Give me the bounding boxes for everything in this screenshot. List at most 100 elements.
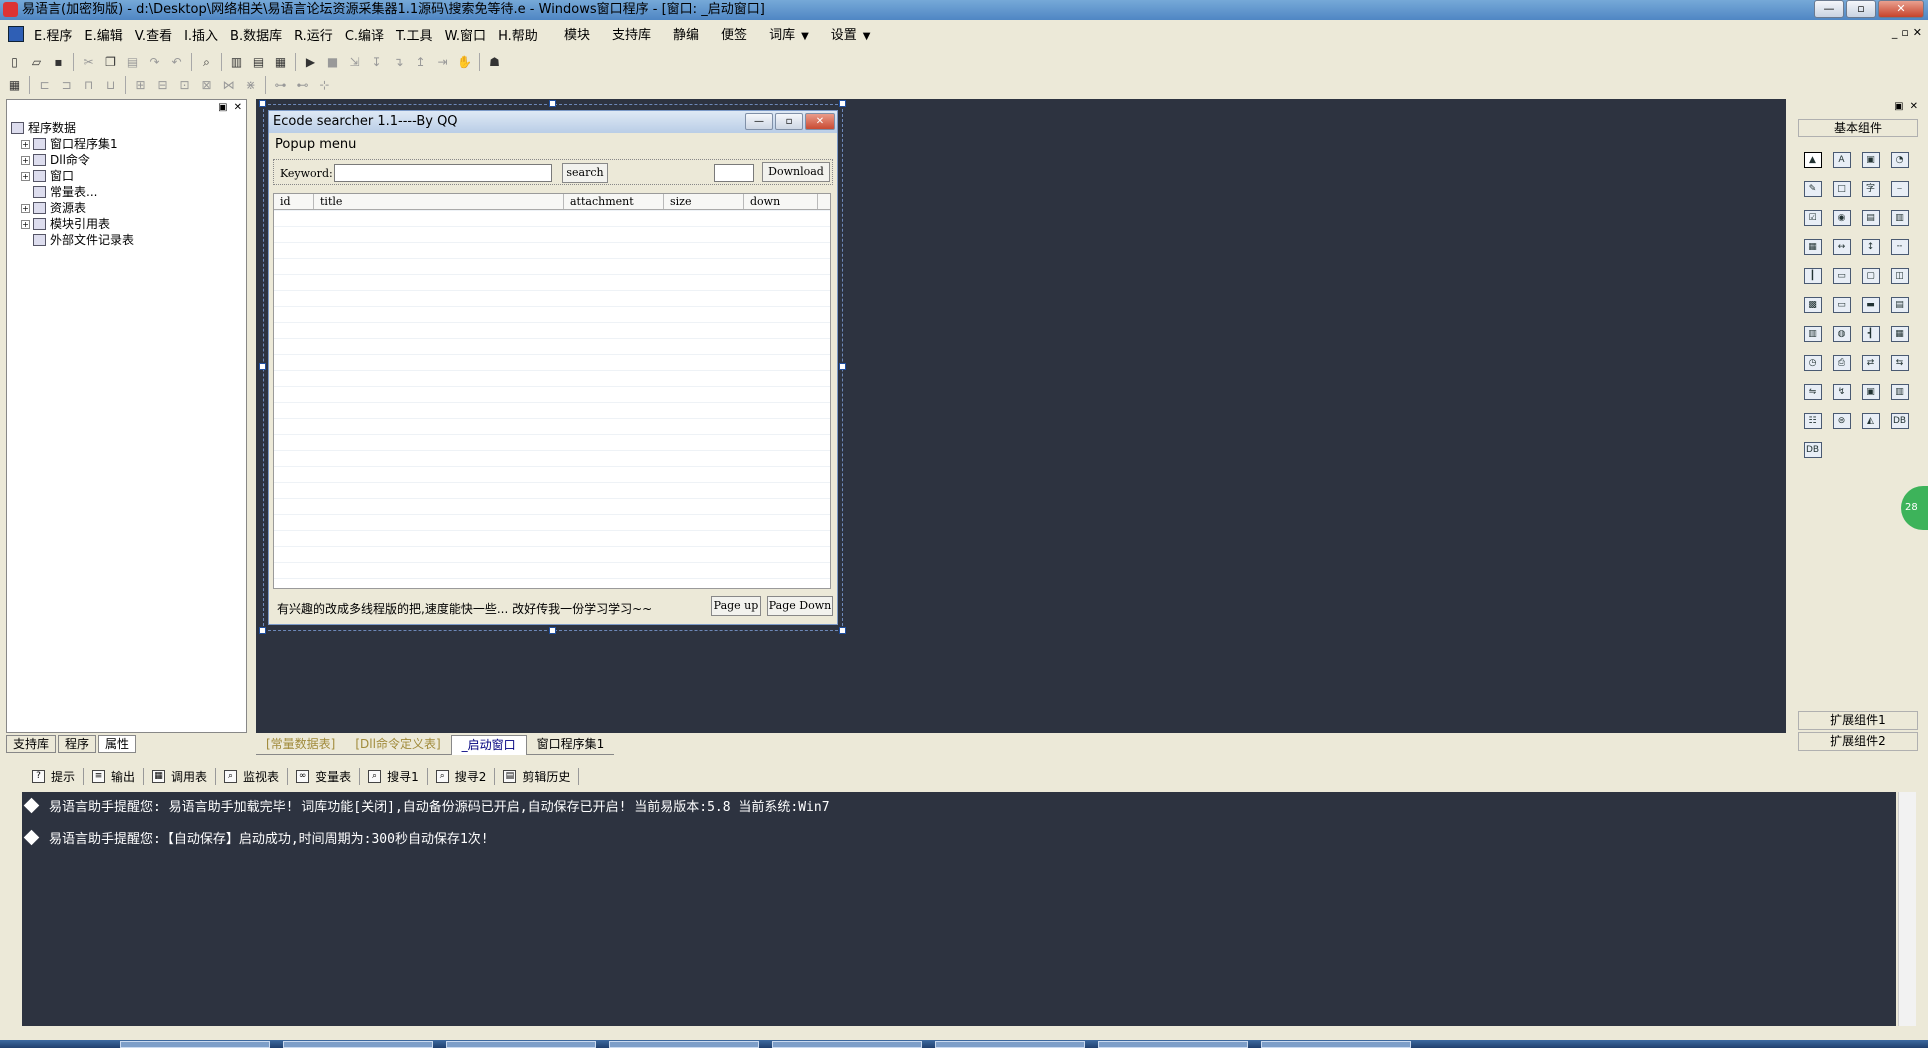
menu-module[interactable]: 模块: [556, 24, 598, 43]
same-width-icon[interactable]: ⊡: [174, 75, 195, 95]
menu-support-lib[interactable]: 支持库: [604, 24, 659, 43]
align-bottom-icon[interactable]: ⊔: [100, 75, 121, 95]
output-console[interactable]: 易语言助手提醒您: 易语言助手加载完毕! 词库功能[关闭],自动备份源码已开启,…: [22, 792, 1896, 1026]
tab-output[interactable]: ≡ 输出: [84, 767, 145, 785]
tab-program[interactable]: 程序: [58, 735, 97, 753]
page-up-button[interactable]: Page up: [711, 596, 761, 616]
size-to-fit-icon[interactable]: ⊶: [270, 75, 291, 95]
menu-notes[interactable]: 便签: [713, 24, 755, 43]
switch-icon[interactable]: ↯: [1827, 377, 1856, 406]
resize-handle[interactable]: [259, 363, 266, 370]
radio-icon[interactable]: ◉: [1827, 203, 1856, 232]
list-body[interactable]: [274, 210, 830, 588]
redo-icon[interactable]: ↷: [144, 52, 165, 72]
menu-program[interactable]: E.程序: [28, 25, 78, 44]
layout3-icon[interactable]: ▦: [270, 52, 291, 72]
plugin-icon[interactable]: ☗: [484, 52, 505, 72]
taskbar-item[interactable]: [120, 1041, 270, 1048]
align-left-icon[interactable]: ⊏: [34, 75, 55, 95]
form-close-icon[interactable]: ✕: [805, 113, 835, 130]
tree-item-window-assembly[interactable]: + 窗口程序集1: [11, 136, 134, 152]
tree-root[interactable]: 程序数据: [11, 120, 134, 136]
center-h-icon[interactable]: ⊞: [130, 75, 151, 95]
tab-variables[interactable]: ∞ 变量表: [288, 767, 361, 785]
expand-icon[interactable]: +: [21, 171, 30, 181]
menu-view[interactable]: V.查看: [129, 25, 178, 44]
tab-icon[interactable]: ▭: [1827, 261, 1856, 290]
shape-icon[interactable]: ◔: [1885, 145, 1914, 174]
center-v-icon[interactable]: ⊟: [152, 75, 173, 95]
toolbox-ext2-tab[interactable]: 扩展组件2: [1798, 732, 1918, 751]
panel-close-icon[interactable]: ✕: [1910, 101, 1918, 112]
expand-icon[interactable]: +: [21, 219, 30, 229]
expand-icon[interactable]: +: [21, 155, 30, 165]
pin-icon[interactable]: ▣: [218, 102, 227, 113]
db-icon[interactable]: ⊜: [1827, 406, 1856, 435]
tree-item-dll[interactable]: + Dll命令: [11, 152, 134, 168]
hand-icon[interactable]: ✋: [454, 52, 475, 72]
form-maximize-icon[interactable]: ▫: [775, 113, 803, 130]
grid-icon[interactable]: ▦: [4, 75, 25, 95]
group-icon[interactable]: ▢: [1856, 261, 1885, 290]
space-v-icon[interactable]: ⋇: [240, 75, 261, 95]
input-icon[interactable]: ▭: [1827, 290, 1856, 319]
combo-icon[interactable]: ▥: [1885, 203, 1914, 232]
open-file-icon[interactable]: ▱: [26, 52, 47, 72]
tab-search1[interactable]: ⌕ 搜寻1: [360, 767, 428, 785]
tree-item-resources[interactable]: + 资源表: [11, 200, 134, 216]
tree-item-modules[interactable]: + 模块引用表: [11, 216, 134, 232]
edit-box-icon[interactable]: ✎: [1798, 174, 1827, 203]
image-box-icon[interactable]: ▣: [1856, 145, 1885, 174]
menu-edit[interactable]: E.编辑: [78, 25, 128, 44]
results-list-view[interactable]: id title attachment size down: [273, 193, 831, 589]
menu-database[interactable]: B.数据库: [224, 25, 288, 44]
column-header-id[interactable]: id: [274, 194, 314, 209]
menu-run[interactable]: R.运行: [288, 25, 339, 44]
grid-icon[interactable]: ▦: [1798, 232, 1827, 261]
menu-settings[interactable]: 设置 ▼: [823, 24, 879, 43]
tab-clip-history[interactable]: ▤ 剪辑历史: [495, 767, 580, 785]
download-button[interactable]: Download: [762, 162, 830, 182]
taskbar-item[interactable]: [772, 1041, 922, 1048]
scroll-icon[interactable]: ↔: [1827, 232, 1856, 261]
vscroll-icon[interactable]: ↕: [1856, 232, 1885, 261]
cut-icon[interactable]: ✂: [78, 52, 99, 72]
page-down-button[interactable]: Page Down: [767, 596, 833, 616]
taskbar-item[interactable]: [1261, 1041, 1411, 1048]
calendar-icon[interactable]: ▩: [1798, 290, 1827, 319]
toolbox-basic-title[interactable]: 基本组件: [1798, 119, 1918, 137]
table-icon[interactable]: ▥: [1798, 319, 1827, 348]
tree-icon[interactable]: ☷: [1798, 406, 1827, 435]
close-button[interactable]: ✕: [1878, 0, 1924, 18]
resize-handle[interactable]: [839, 363, 846, 370]
align-right-icon[interactable]: ⊐: [56, 75, 77, 95]
client-icon[interactable]: ⇆: [1885, 348, 1914, 377]
menu-insert[interactable]: I.插入: [178, 25, 224, 44]
tab-window-assembly[interactable]: 窗口程序集1: [526, 735, 615, 755]
menu-tools[interactable]: T.工具: [390, 25, 439, 44]
checkbox-icon[interactable]: ☑: [1798, 203, 1827, 232]
odbc-icon[interactable]: DB: [1885, 406, 1914, 435]
run-icon[interactable]: ▶: [300, 52, 321, 72]
text-icon[interactable]: 字: [1856, 174, 1885, 203]
menu-lexicon[interactable]: 词库 ▼: [761, 24, 817, 43]
copy-icon[interactable]: ❐: [100, 52, 121, 72]
output-scrollbar[interactable]: [1898, 792, 1916, 1026]
printer-icon[interactable]: ⎙: [1827, 348, 1856, 377]
server-icon[interactable]: ⇋: [1798, 377, 1827, 406]
step-out-icon[interactable]: ↥: [410, 52, 431, 72]
tree-item-window[interactable]: + 窗口: [11, 168, 134, 184]
tab-support-lib[interactable]: 支持库: [6, 735, 57, 753]
pointer-icon[interactable]: ▲: [1798, 145, 1827, 174]
multi-frame-icon[interactable]: ▥: [1885, 377, 1914, 406]
resize-handle[interactable]: [259, 627, 266, 634]
resize-handle[interactable]: [549, 100, 556, 107]
expand-icon[interactable]: +: [21, 139, 30, 149]
paste-icon[interactable]: ▤: [122, 52, 143, 72]
tab-dll-definitions[interactable]: [Dll命令定义表]: [345, 735, 451, 755]
tab-watch[interactable]: ⌕ 监视表: [216, 767, 289, 785]
divider-icon[interactable]: ╌: [1885, 232, 1914, 261]
toolbox-ext1-tab[interactable]: 扩展组件1: [1798, 711, 1918, 730]
timer-icon[interactable]: ◷: [1798, 348, 1827, 377]
same-height-icon[interactable]: ⊠: [196, 75, 217, 95]
